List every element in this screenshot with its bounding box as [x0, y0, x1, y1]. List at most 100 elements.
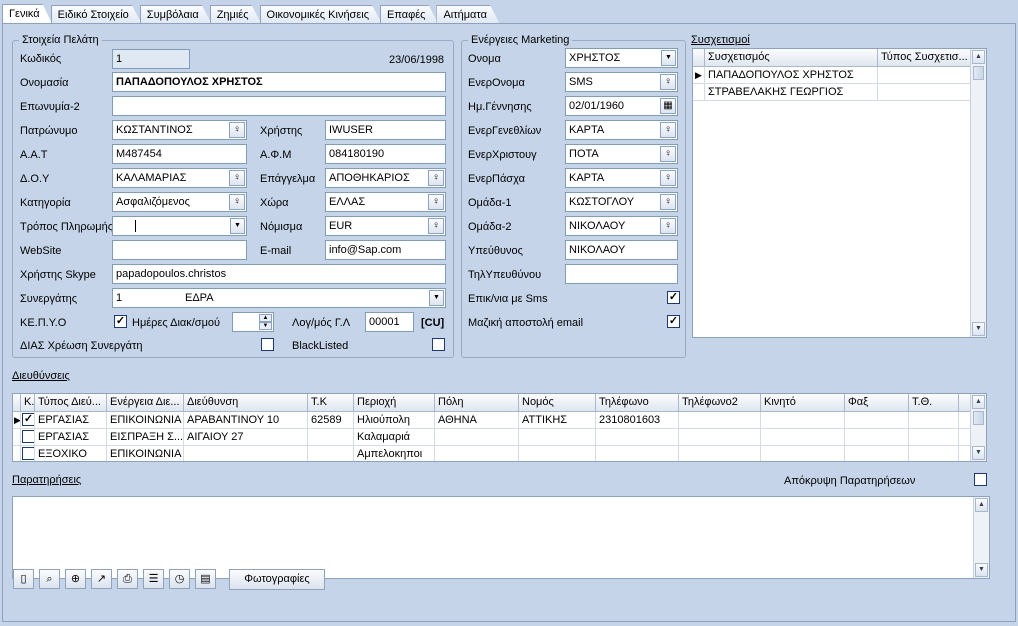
card-button[interactable]: ▤	[195, 569, 216, 589]
scroll-up-icon[interactable]: ▲	[975, 498, 988, 512]
marketing-field[interactable]	[565, 264, 678, 284]
addresses-col-header[interactable]: Κ..	[21, 394, 35, 411]
lookup-bulb-icon[interactable]: ♀	[428, 194, 444, 210]
aat-field[interactable]: M487454	[112, 144, 247, 164]
addresses-col-header[interactable]: Κινητό	[761, 394, 845, 411]
marketing-field[interactable]: ΧΡΗΣΤΟΣ ▼	[565, 48, 678, 68]
marketing-field[interactable]: ΠΟΤΑ ♀	[565, 144, 678, 164]
tab-contracts[interactable]: Συμβόλαια	[140, 5, 212, 24]
stepper-up-icon[interactable]: ▲	[259, 314, 272, 322]
row-checkbox[interactable]	[22, 447, 34, 460]
scroll-thumb[interactable]	[973, 411, 984, 425]
stepper-down-icon[interactable]: ▼	[259, 322, 272, 330]
address-cell[interactable]	[909, 412, 959, 428]
relations-col-relation[interactable]: Συσχετισμός	[705, 49, 878, 66]
notes-textarea[interactable]: ▲ ▼	[12, 496, 990, 579]
addresses-title[interactable]: Διευθύνσεις	[12, 370, 70, 382]
addresses-scrollbar[interactable]: ▲ ▼	[970, 394, 986, 461]
currency-field[interactable]: EUR ♀	[325, 216, 446, 236]
doy-field[interactable]: ΚΑΛΑΜΑΡΙΑΣ ♀	[112, 168, 247, 188]
address-cell[interactable]: 2310801603	[596, 412, 679, 428]
row-checkbox[interactable]	[22, 430, 34, 443]
relations-col-type[interactable]: Τύπος Συσχετισ...	[878, 49, 971, 66]
scroll-down-icon[interactable]: ▼	[975, 563, 988, 577]
address-cell[interactable]	[761, 412, 845, 428]
marketing-field[interactable]: ΝΙΚΟΛΑΟΥ ♀	[565, 216, 678, 236]
lookup-bulb-icon[interactable]: ♀	[229, 170, 245, 186]
father-field[interactable]: ΚΩΣΤΑΝΤΙΝΟΣ ♀	[112, 120, 247, 140]
scroll-up-icon[interactable]: ▲	[972, 395, 985, 409]
lookup-bulb-icon[interactable]: ♀	[660, 218, 676, 234]
brand-field[interactable]	[112, 96, 446, 116]
address-cell[interactable]	[679, 429, 761, 445]
address-cell[interactable]	[679, 446, 761, 461]
marketing-field[interactable]: SMS ♀	[565, 72, 678, 92]
addresses-col-header[interactable]: Τηλέφωνο	[596, 394, 679, 411]
table-row[interactable]: ΕΞΟΧΙΚΟ ΕΠΙΚΟΙΝΩΝΙΑ Αμπελοκηποι	[13, 446, 986, 461]
scroll-thumb[interactable]	[973, 66, 984, 80]
payment-select[interactable]: ▼	[112, 216, 247, 236]
website-field[interactable]	[112, 240, 247, 260]
notes-title[interactable]: Παρατηρήσεις	[12, 474, 81, 486]
addresses-col-header[interactable]: Περιοχή	[354, 394, 435, 411]
user-field[interactable]: IWUSER	[325, 120, 446, 140]
chevron-down-icon[interactable]: ▼	[429, 290, 444, 306]
address-cell[interactable]	[435, 446, 519, 461]
afm-field[interactable]: 084180190	[325, 144, 446, 164]
marketing-field[interactable]: ΚΑΡΤΑ ♀	[565, 168, 678, 188]
lookup-bulb-icon[interactable]: ♀	[660, 146, 676, 162]
address-cell[interactable]	[596, 446, 679, 461]
address-cell[interactable]	[519, 446, 596, 461]
mass-email-checkbox[interactable]: ✓	[667, 315, 680, 328]
tab-requests[interactable]: Αιτήματα	[436, 5, 500, 24]
address-cell[interactable]: Ηλιούπολη	[354, 412, 435, 428]
print-button[interactable]: ⎙	[117, 569, 138, 589]
notes-scrollbar[interactable]: ▲ ▼	[973, 497, 989, 578]
address-cell[interactable]	[596, 429, 679, 445]
marketing-field[interactable]: ΚΩΣΤΟΓΛΟΥ ♀	[565, 192, 678, 212]
country-field[interactable]: ΕΛΛΑΣ ♀	[325, 192, 446, 212]
address-cell[interactable]	[308, 429, 354, 445]
address-cell[interactable]: Αμπελοκηποι	[354, 446, 435, 461]
chevron-down-icon[interactable]: ▼	[661, 50, 676, 66]
scroll-up-icon[interactable]: ▲	[972, 50, 985, 64]
partner-select[interactable]: 1 ΕΔΡΑ ▼	[112, 288, 446, 308]
address-cell[interactable]	[845, 412, 909, 428]
lookup-bulb-icon[interactable]: ♀	[660, 122, 676, 138]
address-cell[interactable]	[679, 412, 761, 428]
relation-type-cell[interactable]	[878, 67, 971, 83]
lookup-bulb-icon[interactable]: ♀	[660, 74, 676, 90]
address-cell[interactable]	[845, 446, 909, 461]
addresses-col-header[interactable]: Πόλη	[435, 394, 519, 411]
relation-type-cell[interactable]	[878, 84, 971, 100]
marketing-field[interactable]: ΚΑΡΤΑ ♀	[565, 120, 678, 140]
list-button[interactable]: ☰	[143, 569, 164, 589]
addresses-col-header[interactable]: Τηλέφωνο2	[679, 394, 761, 411]
address-cell[interactable]: ΑΡΑΒΑΝΤΙΝΟΥ 10	[184, 412, 308, 428]
marketing-field[interactable]: 02/01/1960 ▦	[565, 96, 678, 116]
lookup-bulb-icon[interactable]: ♀	[428, 218, 444, 234]
address-cell[interactable]	[761, 429, 845, 445]
tab-financial[interactable]: Οικονομικές Κινήσεις	[260, 5, 382, 24]
relations-title[interactable]: Συσχετισμοί	[691, 34, 750, 46]
addresses-col-header[interactable]: Νομός	[519, 394, 596, 411]
address-cell[interactable]: Καλαμαριά	[354, 429, 435, 445]
address-cell[interactable]	[845, 429, 909, 445]
lookup-bulb-icon[interactable]: ♀	[660, 170, 676, 186]
address-cell[interactable]: ΕΡΓΑΣΙΑΣ	[35, 412, 107, 428]
addresses-col-header[interactable]: Τύπος Διεύ...	[35, 394, 107, 411]
address-cell[interactable]: ΕΙΣΠΡΑΞΗ Σ...	[107, 429, 184, 445]
address-cell[interactable]	[435, 429, 519, 445]
addresses-col-header[interactable]: Διεύθυνση	[184, 394, 308, 411]
scroll-down-icon[interactable]: ▼	[972, 322, 985, 336]
table-row[interactable]: ▶ ✓ ΕΡΓΑΣΙΑΣ ΕΠΙΚΟΙΝΩΝΙΑ ΑΡΑΒΑΝΤΙΝΟΥ 10 62589…	[13, 412, 986, 429]
tab-contacts[interactable]: Επαφές	[380, 5, 438, 24]
tab-special-item[interactable]: Ειδικό Στοιχείο	[51, 5, 142, 24]
lookup-bulb-icon[interactable]: ♀	[660, 194, 676, 210]
lookup-bulb-icon[interactable]: ♀	[229, 122, 245, 138]
address-cell[interactable]	[519, 429, 596, 445]
zoom-in-button[interactable]: ⊕	[65, 569, 86, 589]
marketing-field[interactable]: ΝΙΚΟΛΑΟΥ	[565, 240, 678, 260]
job-field[interactable]: ΑΠΟΘΗΚΑΡΙΟΣ ♀	[325, 168, 446, 188]
skype-field[interactable]: papadopoulos.christos	[112, 264, 446, 284]
